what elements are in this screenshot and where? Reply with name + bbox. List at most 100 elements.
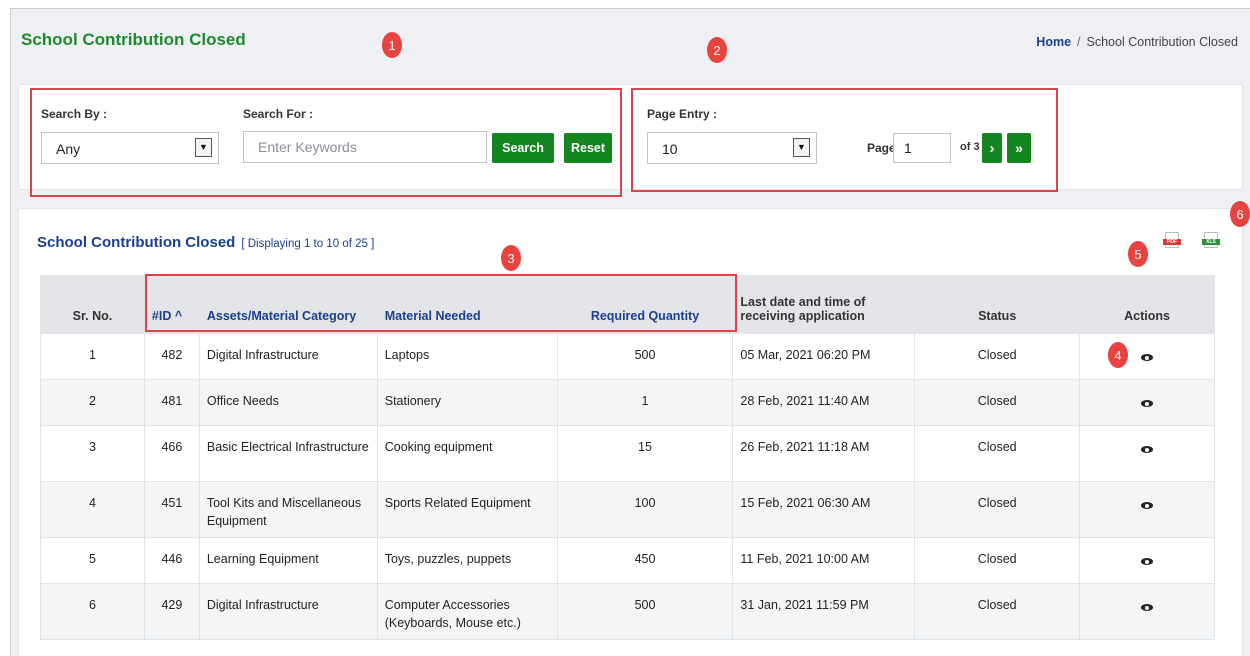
cell-sr: 2: [40, 379, 145, 426]
cell-status: Closed: [914, 583, 1081, 640]
breadcrumb-separator: /: [1077, 35, 1081, 49]
cell-material: Stationery: [376, 379, 558, 426]
cell-quantity: 15: [556, 425, 734, 482]
xls-label: XLS: [1202, 239, 1220, 245]
annotation-marker-1: 1: [382, 32, 402, 58]
cell-last-date: 26 Feb, 2021 11:18 AM: [732, 425, 916, 482]
cell-id: 466: [143, 425, 200, 482]
next-page-button[interactable]: ›: [982, 133, 1002, 163]
cell-quantity: 500: [556, 333, 734, 380]
table-row: 3 466 Basic Electrical Infrastructure Co…: [40, 425, 1215, 482]
cell-last-date: 05 Mar, 2021 06:20 PM: [732, 333, 916, 380]
cell-last-date: 31 Jan, 2021 11:59 PM: [732, 583, 916, 640]
cell-actions: [1079, 379, 1215, 426]
page-entry-select[interactable]: 10 ▼: [647, 132, 817, 164]
results-card: School Contribution Closed [ Displaying 1…: [18, 208, 1243, 656]
cell-quantity: 100: [556, 481, 734, 538]
cell-status: Closed: [914, 537, 1081, 584]
table-row: 4 451 Tool Kits and Miscellaneous Equipm…: [40, 481, 1215, 538]
cell-sr: 6: [40, 583, 145, 640]
page-title: School Contribution Closed: [21, 30, 246, 49]
cell-actions: [1079, 425, 1215, 482]
header-id-sort[interactable]: #ID ^: [143, 275, 200, 334]
cell-actions: [1079, 583, 1215, 640]
cell-id: 446: [143, 537, 200, 584]
cell-id: 481: [143, 379, 200, 426]
cell-status: Closed: [914, 425, 1081, 482]
contributions-table: Sr. No. #ID ^ Assets/Material Category M…: [40, 275, 1215, 640]
cell-category: Learning Equipment: [198, 537, 378, 584]
search-button[interactable]: Search: [492, 133, 554, 163]
cell-quantity: 450: [556, 537, 734, 584]
cell-material: Cooking equipment: [376, 425, 558, 482]
cell-id: 429: [143, 583, 200, 640]
cell-sr: 3: [40, 425, 145, 482]
cell-quantity: 500: [556, 583, 734, 640]
page-total-text: of 3: [960, 141, 980, 153]
cell-quantity: 1: [556, 379, 734, 426]
annotation-marker-6: 6: [1230, 201, 1250, 227]
table-row: 6 429 Digital Infrastructure Computer Ac…: [40, 583, 1215, 640]
cell-sr: 1: [40, 333, 145, 380]
cell-last-date: 15 Feb, 2021 06:30 AM: [732, 481, 916, 538]
header-material[interactable]: Material Needed: [376, 275, 558, 334]
header-actions: Actions: [1079, 275, 1215, 334]
breadcrumb-current: School Contribution Closed: [1086, 35, 1238, 49]
search-by-value: Any: [56, 141, 81, 157]
cell-category: Basic Electrical Infrastructure: [198, 425, 378, 482]
breadcrumb-home-link[interactable]: Home: [1036, 35, 1071, 49]
cell-last-date: 28 Feb, 2021 11:40 AM: [732, 379, 916, 426]
view-eye-icon[interactable]: [1141, 604, 1154, 611]
cell-actions: [1079, 333, 1215, 380]
page-number-input[interactable]: [893, 133, 951, 163]
header-category[interactable]: Assets/Material Category: [198, 275, 378, 334]
table-header-row: Sr. No. #ID ^ Assets/Material Category M…: [40, 275, 1215, 334]
annotation-marker-3: 3: [501, 245, 521, 271]
table-row: 1 482 Digital Infrastructure Laptops 500…: [40, 333, 1215, 380]
page-entry-label: Page Entry :: [647, 107, 718, 121]
results-count: [ Displaying 1 to 10 of 25 ]: [241, 238, 375, 250]
view-eye-icon[interactable]: [1141, 354, 1154, 361]
cell-id: 482: [143, 333, 200, 380]
header-sr-no: Sr. No.: [40, 275, 145, 334]
cell-category: Digital Infrastructure: [198, 333, 378, 380]
cell-category: Office Needs: [198, 379, 378, 426]
reset-button[interactable]: Reset: [564, 133, 612, 163]
cell-actions: [1079, 481, 1215, 538]
xls-export-icon[interactable]: XLS: [1202, 232, 1220, 248]
filter-panel: Search By : Any ▼ Search For : Search Re…: [18, 84, 1243, 190]
annotation-marker-4: 4: [1108, 342, 1128, 368]
pdf-label: PDF: [1163, 239, 1181, 245]
view-eye-icon[interactable]: [1141, 558, 1154, 565]
search-by-label: Search By :: [41, 107, 108, 121]
results-title: School Contribution Closed [ Displaying 1…: [37, 234, 374, 251]
table-row: 5 446 Learning Equipment Toys, puzzles, …: [40, 537, 1215, 584]
cell-status: Closed: [914, 481, 1081, 538]
dropdown-arrow-icon: ▼: [793, 138, 810, 157]
breadcrumb: Home / School Contribution Closed: [1036, 35, 1238, 49]
cell-material: Toys, puzzles, puppets: [376, 537, 558, 584]
cell-id: 451: [143, 481, 200, 538]
page-entry-value: 10: [662, 141, 678, 157]
header-quantity[interactable]: Required Quantity: [556, 275, 734, 334]
cell-category: Digital Infrastructure: [198, 583, 378, 640]
keywords-input[interactable]: [243, 131, 487, 163]
cell-material: Computer Accessories (Keyboards, Mouse e…: [376, 583, 558, 640]
last-page-button[interactable]: »: [1007, 133, 1031, 163]
view-eye-icon[interactable]: [1141, 502, 1154, 509]
view-eye-icon[interactable]: [1141, 400, 1154, 407]
cell-sr: 4: [40, 481, 145, 538]
annotation-marker-5: 5: [1128, 241, 1148, 267]
view-eye-icon[interactable]: [1141, 446, 1154, 453]
results-title-text: School Contribution Closed: [37, 234, 236, 251]
cell-status: Closed: [914, 333, 1081, 380]
cell-category: Tool Kits and Miscellaneous Equipment: [198, 481, 378, 538]
pdf-export-icon[interactable]: PDF: [1163, 232, 1181, 248]
search-by-select[interactable]: Any ▼: [41, 132, 219, 164]
cell-material: Laptops: [376, 333, 558, 380]
header-status: Status: [914, 275, 1081, 334]
cell-actions: [1079, 537, 1215, 584]
cell-sr: 5: [40, 537, 145, 584]
table-row: 2 481 Office Needs Stationery 1 28 Feb, …: [40, 379, 1215, 426]
cell-status: Closed: [914, 379, 1081, 426]
